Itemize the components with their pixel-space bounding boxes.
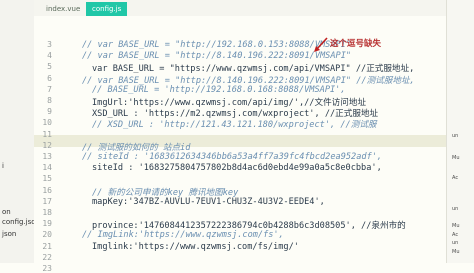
- right-panel-badge[interactable]: Mu: [452, 249, 472, 263]
- code-line[interactable]: ImgUrl:'https://www.qzwmsj.com/api/img/'…: [92, 96, 366, 108]
- code-line[interactable]: // ImgLink:'https://www.qzwmsj.com/fs',: [82, 230, 284, 242]
- code-line[interactable]: var BASE_URL = "https://www.qzwmsj.com/a…: [92, 62, 414, 74]
- code-line[interactable]: // XSD_URL : 'http://121.43.121.180/wxpr…: [92, 118, 376, 130]
- code-line[interactable]: province:'1476084412357222386794c0b4288b…: [92, 219, 406, 231]
- line-number: 23: [42, 264, 52, 273]
- right-panel-badge[interactable]: un: [452, 133, 472, 147]
- code-line[interactable]: // siteId : '1683612634346bb6a53a4ff7a39…: [82, 152, 382, 164]
- right-panel-badge[interactable]: Ac: [452, 175, 472, 189]
- code-line[interactable]: // var BASE_URL = "http://8.140.196.222:…: [82, 74, 415, 86]
- right-panel-badge[interactable]: un: [452, 206, 472, 220]
- red-arrow-annotation: [314, 37, 328, 52]
- right-panel-badge[interactable]: Mu: [452, 155, 472, 169]
- code-line[interactable]: // var BASE_URL = "http://192.168.0.153:…: [82, 40, 351, 52]
- code-line[interactable]: mapKey:'347BZ-AUVLU-7EUV1-CHU3Z-4U3V2-EE…: [92, 197, 325, 209]
- code-line[interactable]: XSD_URL : 'https://m2.qzwmsj.com/wxproje…: [92, 107, 378, 119]
- code-line[interactable]: // var BASE_URL = "http://8.140.196.222:…: [82, 51, 351, 63]
- code-line[interactable]: siteId : '1683275804757802b8d4ac6d0ebd4e…: [92, 163, 382, 175]
- annotation-text: 这个逗号缺失: [330, 39, 382, 49]
- code-line[interactable]: // 测试服的如何的 站点id: [82, 141, 190, 153]
- code-line[interactable]: // BASE_URL = 'http://192.168.0.168:8088…: [92, 85, 346, 97]
- code-line[interactable]: Imglink:'https://www.qzwmsj.com/fs/img/': [92, 242, 299, 254]
- code-line[interactable]: // 新的公司申请的key 腾讯地图key: [92, 186, 238, 198]
